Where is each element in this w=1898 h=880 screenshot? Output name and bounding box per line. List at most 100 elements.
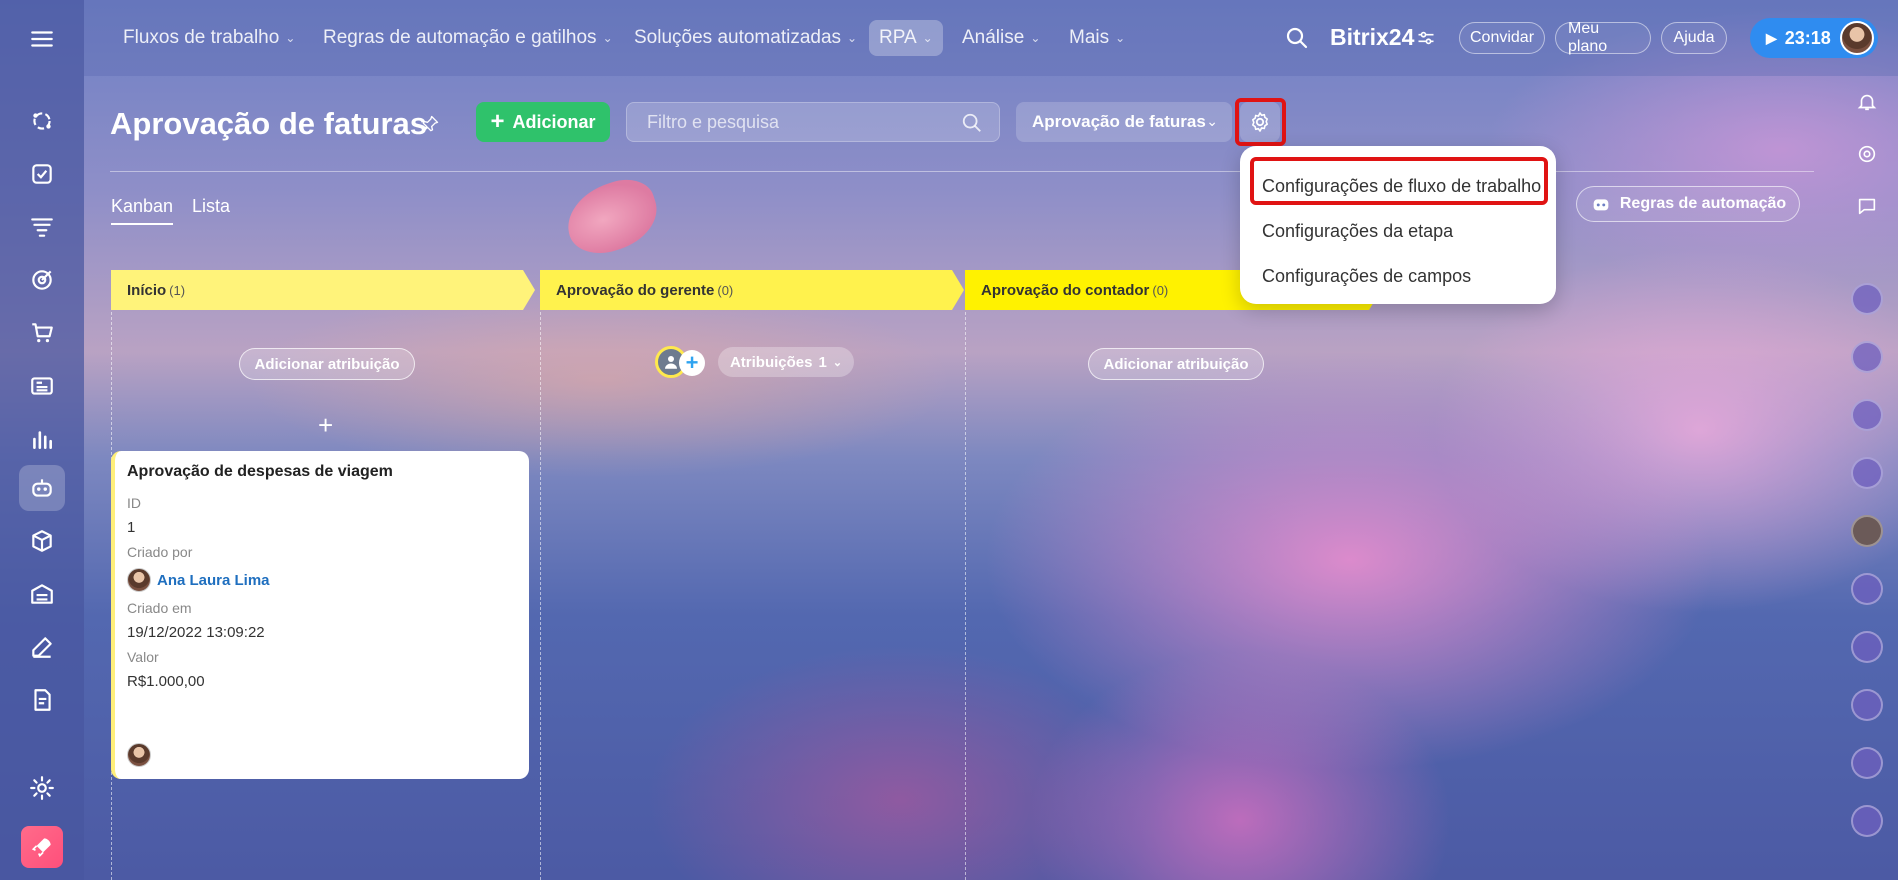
stage-count: (0) xyxy=(717,282,734,298)
workflow-selector-label: Aprovação de faturas xyxy=(1032,112,1206,131)
card-value-label: Valor xyxy=(127,649,159,665)
card-created-at-value: 19/12/2022 13:09:22 xyxy=(127,624,265,641)
add-button[interactable]: + Adicionar xyxy=(476,102,610,142)
search-icon[interactable] xyxy=(1285,26,1309,55)
card-created-by[interactable]: Ana Laura Lima xyxy=(127,568,517,592)
kanban-card[interactable]: Aprovação de despesas de viagem ID 1 Cri… xyxy=(111,451,529,779)
my-plan-button[interactable]: Meu plano xyxy=(1555,20,1651,55)
automation-rules-button[interactable]: Regras de automação xyxy=(1576,186,1800,222)
tasks-icon[interactable] xyxy=(19,151,65,197)
nav-analysis[interactable]: Análise ⌄ xyxy=(952,20,1050,56)
pin-icon[interactable] xyxy=(420,114,440,139)
nav-label: Fluxos de trabalho xyxy=(123,27,280,48)
contact-avatar-icon[interactable] xyxy=(1851,515,1883,547)
card-value-value: R$1.000,00 xyxy=(127,673,205,690)
chat-icon[interactable] xyxy=(1851,190,1883,222)
chevron-down-icon: ⌄ xyxy=(1115,31,1126,45)
stage-name: Aprovação do contador xyxy=(981,281,1150,299)
rpa-robot-icon[interactable] xyxy=(19,465,65,511)
automation-rules-label: Regras de automação xyxy=(1619,195,1787,212)
settings-gear-icon[interactable] xyxy=(19,765,65,811)
contact-avatar-icon[interactable] xyxy=(1851,457,1883,489)
warehouse-icon[interactable] xyxy=(19,571,65,617)
time-label: 23:18 xyxy=(1784,27,1831,48)
contact-avatar-icon[interactable] xyxy=(1851,573,1883,605)
contact-avatar-icon[interactable] xyxy=(1851,689,1883,721)
nav-workflows[interactable]: Fluxos de trabalho ⌄ xyxy=(113,20,305,56)
add-assignment-button[interactable]: Adicionar atribuição xyxy=(1088,348,1264,380)
news-icon[interactable] xyxy=(19,363,65,409)
contact-avatar-icon[interactable] xyxy=(1851,283,1883,315)
nav-label: RPA xyxy=(879,27,917,48)
chevron-down-icon: ⌄ xyxy=(832,356,843,369)
brand-logo[interactable]: Bitrix24 xyxy=(1330,24,1414,51)
assignments-label: Atribuições xyxy=(729,353,813,371)
search-placeholder: Filtro e pesquisa xyxy=(647,111,780,132)
nav-automation-rules[interactable]: Regras de automação e gatilhos ⌄ xyxy=(313,20,623,56)
user-name-link[interactable]: Ana Laura Lima xyxy=(157,572,270,589)
bell-icon[interactable] xyxy=(1851,86,1883,118)
nav-label: Soluções automatizadas xyxy=(634,27,842,48)
crm-funnel-icon[interactable] xyxy=(19,204,65,250)
workflow-icon[interactable] xyxy=(19,98,65,144)
box-icon[interactable] xyxy=(19,518,65,564)
stage-count: (1) xyxy=(169,282,186,298)
menu-item-stage-settings[interactable]: Configurações da etapa xyxy=(1240,209,1556,254)
pulse-icon[interactable] xyxy=(1851,138,1883,170)
add-assignment-button[interactable]: Adicionar atribuição xyxy=(239,348,415,380)
chevron-down-icon: ⌄ xyxy=(922,31,933,45)
stage-name: Aprovação do gerente xyxy=(556,281,715,299)
stage-start[interactable]: Início (1) xyxy=(111,270,535,310)
nav-label: Mais xyxy=(1069,27,1110,48)
left-sidebar xyxy=(0,0,84,880)
contact-avatar-icon[interactable] xyxy=(1851,805,1883,837)
sign-icon[interactable] xyxy=(19,624,65,670)
stage-manager-approval[interactable]: Aprovação do gerente (0) xyxy=(540,270,964,310)
robot-icon xyxy=(1593,199,1609,211)
nav-automated-solutions[interactable]: Soluções automatizadas ⌄ xyxy=(624,20,867,56)
add-assignee-icon[interactable]: + xyxy=(679,350,705,376)
tab-kanban[interactable]: Kanban xyxy=(111,196,174,225)
column-divider xyxy=(540,312,541,880)
document-icon[interactable] xyxy=(19,677,65,723)
chevron-down-icon: ⌄ xyxy=(602,31,613,45)
responsible-avatar[interactable] xyxy=(127,743,151,767)
work-time-button[interactable]: ▶ 23:18 xyxy=(1750,18,1878,58)
contact-avatar-icon[interactable] xyxy=(1851,747,1883,779)
decorative-petal xyxy=(558,171,666,263)
invite-button[interactable]: Convidar xyxy=(1459,22,1545,54)
stage-count: (0) xyxy=(1152,282,1169,298)
column-divider xyxy=(965,312,966,880)
help-button[interactable]: Ajuda xyxy=(1661,22,1727,54)
nav-rpa[interactable]: RPA ⌄ xyxy=(869,20,943,56)
page-title: Aprovação de faturas xyxy=(110,106,427,141)
tab-list[interactable]: Lista xyxy=(192,196,230,217)
user-avatar[interactable] xyxy=(1840,21,1874,55)
header-divider xyxy=(110,171,1814,172)
add-card-plus-icon[interactable]: + xyxy=(318,410,333,441)
target-icon[interactable] xyxy=(19,257,65,303)
add-label: Adicionar xyxy=(512,111,596,132)
workflow-selector[interactable]: Aprovação de faturas ⌄ xyxy=(1016,102,1232,142)
card-created-by-label: Criado por xyxy=(127,544,193,560)
chevron-down-icon: ⌄ xyxy=(1030,31,1041,45)
assignments-count: 1 xyxy=(818,353,827,371)
sliders-icon[interactable] xyxy=(1416,28,1436,53)
gear-highlight-box xyxy=(1235,98,1286,146)
nav-more[interactable]: Mais ⌄ xyxy=(1059,20,1135,56)
contact-avatar-icon[interactable] xyxy=(1851,631,1883,663)
filter-search-input[interactable]: Filtro e pesquisa xyxy=(626,102,1000,142)
cart-icon[interactable] xyxy=(19,310,65,356)
rocket-icon[interactable] xyxy=(21,826,63,868)
chevron-down-icon: ⌄ xyxy=(285,31,296,45)
card-title[interactable]: Aprovação de despesas de viagem xyxy=(127,463,517,481)
chevron-down-icon: ⌄ xyxy=(1206,113,1218,129)
contact-avatar-icon[interactable] xyxy=(1851,399,1883,431)
card-id-value: 1 xyxy=(127,519,136,536)
menu-item-field-settings[interactable]: Configurações de campos xyxy=(1240,254,1556,299)
menu-icon[interactable] xyxy=(19,16,65,62)
analytics-icon[interactable] xyxy=(19,416,65,462)
card-id-label: ID xyxy=(127,495,141,511)
contact-avatar-icon[interactable] xyxy=(1851,341,1883,373)
assignments-dropdown[interactable]: Atribuições 1 ⌄ xyxy=(718,347,854,377)
